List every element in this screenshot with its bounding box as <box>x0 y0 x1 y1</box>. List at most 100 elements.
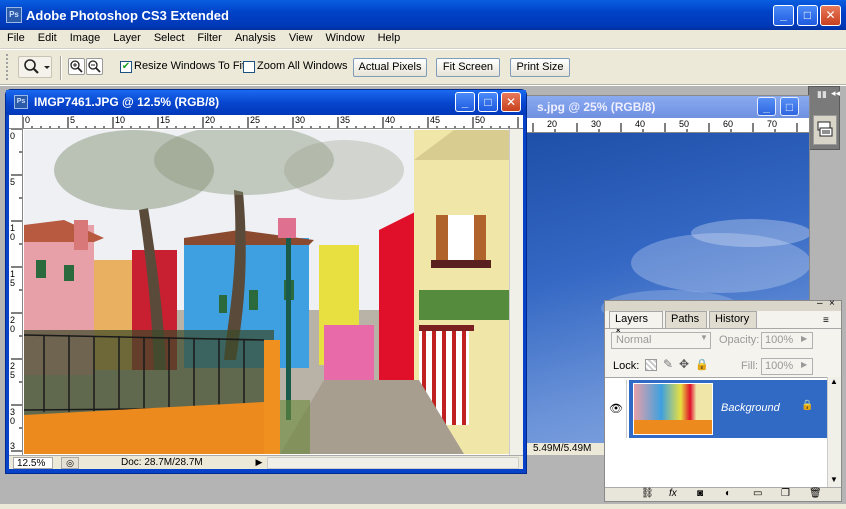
layer-thumbnail <box>633 383 713 435</box>
zoom-all-checkbox[interactable] <box>243 61 255 73</box>
ruler-label: 25 <box>250 115 261 125</box>
menu-file[interactable]: File <box>0 30 31 44</box>
ruler-label: 0 <box>25 115 31 125</box>
menu-image[interactable]: Image <box>63 30 107 44</box>
ruler-label: 30 <box>591 119 602 129</box>
ruler-label: 20 <box>547 119 558 129</box>
options-grip[interactable] <box>6 54 10 80</box>
zoom-out-icon <box>88 60 101 73</box>
menu-analysis[interactable]: Analysis <box>228 30 282 44</box>
lock-move-icon[interactable]: ✥ <box>679 357 689 371</box>
layer-style-icon[interactable]: fx <box>669 488 677 499</box>
panel-close-icon[interactable]: × <box>829 298 835 309</box>
doc1-minimize-button[interactable]: _ <box>455 92 475 112</box>
ruler-label: 50 <box>679 119 690 129</box>
street-photo <box>24 130 509 454</box>
scroll-down-icon[interactable]: ▼ <box>830 475 838 484</box>
opacity-label: Opacity: <box>719 334 760 346</box>
doc1-statusbar: 12.5% ◎ Doc: 28.7M/28.7M ▶ <box>9 455 523 469</box>
ruler-origin[interactable] <box>9 115 23 129</box>
menu-view[interactable]: View <box>282 30 319 44</box>
minimize-button[interactable]: _ <box>773 5 794 26</box>
lock-label: Lock: <box>613 360 640 372</box>
layer-mask-icon[interactable]: ◙ <box>697 488 703 499</box>
ruler-label: 35 <box>340 115 351 125</box>
link-layers-icon[interactable]: ⛓ <box>641 488 654 499</box>
doc1-titlebar[interactable]: Ps IMGP7461.JPG @ 12.5% (RGB/8) _ □ ✕ <box>6 90 526 115</box>
zoom-tool-preset[interactable] <box>18 56 52 78</box>
separator <box>60 56 62 80</box>
new-group-icon[interactable]: ▭ <box>753 488 762 499</box>
dock-grip-icon[interactable]: ▮▮ <box>817 89 827 99</box>
ruler-label: 3 0 <box>10 407 16 426</box>
menu-window[interactable]: Window <box>318 30 370 44</box>
lock-transparent-icon[interactable] <box>645 359 657 371</box>
dock-collapse-icon[interactable]: ◂◂ <box>831 88 840 99</box>
lock-paint-icon[interactable]: ✎ <box>663 357 673 371</box>
layer-row-background[interactable]: Background 🔒 <box>629 380 827 438</box>
layer-lock-icon: 🔒 <box>801 400 814 411</box>
layers-scrollbar[interactable]: ▲ ▼ <box>827 377 841 487</box>
zoom-in-icon <box>70 60 83 73</box>
print-size-button[interactable]: Print Size <box>510 58 570 77</box>
status-info-icon[interactable]: ◎ <box>61 457 79 469</box>
new-layer-icon[interactable]: ❐ <box>781 488 790 499</box>
menu-edit[interactable]: Edit <box>31 30 63 44</box>
lock-all-icon[interactable]: 🔒 <box>695 358 709 371</box>
app-title: Adobe Photoshop CS3 Extended <box>26 8 229 23</box>
ruler-label: 1 5 <box>10 269 16 288</box>
resize-windows-label: Resize Windows To Fit <box>134 60 246 72</box>
ruler-label: 5 <box>70 115 76 125</box>
zoom-out-button[interactable] <box>86 58 103 75</box>
adjustment-layer-icon[interactable]: ◐ <box>725 488 731 499</box>
document-window-1[interactable]: Ps IMGP7461.JPG @ 12.5% (RGB/8) _ □ ✕ 0 … <box>5 89 527 474</box>
ruler-label: 2 5 <box>10 361 16 380</box>
trash-icon[interactable]: 🗑 <box>809 488 822 499</box>
menu-filter[interactable]: Filter <box>190 30 227 44</box>
scroll-up-icon[interactable]: ▲ <box>830 377 838 386</box>
zoom-level-field[interactable]: 12.5% <box>13 457 53 469</box>
main-titlebar: Ps Adobe Photoshop CS3 Extended _ □ ✕ <box>0 0 846 30</box>
menu-select[interactable]: Select <box>147 30 191 44</box>
fill-label: Fill: <box>741 360 759 372</box>
doc2-maximize-button[interactable]: □ <box>780 97 799 116</box>
status-menu-arrow-icon[interactable]: ▶ <box>253 457 265 469</box>
chevron-down-icon: ▼ <box>700 333 708 342</box>
doc1-close-button[interactable]: ✕ <box>501 92 521 112</box>
tab-paths[interactable]: Paths <box>665 311 707 328</box>
maximize-button[interactable]: □ <box>797 5 818 26</box>
photoshop-app-icon: Ps <box>6 7 22 23</box>
resize-windows-checkbox[interactable]: ✔ <box>120 61 132 73</box>
actual-pixels-button[interactable]: Actual Pixels <box>353 58 427 77</box>
zoom-all-label: Zoom All Windows <box>257 60 348 72</box>
doc1-horizontal-scrollbar[interactable] <box>267 457 519 469</box>
panel-minimize-icon[interactable]: – <box>817 298 823 309</box>
ruler-label: 20 <box>205 115 216 125</box>
ruler-label: 3 <box>10 441 16 451</box>
doc1-top-ruler: 0 5 10 15 20 25 30 35 40 45 50 <box>23 115 523 129</box>
panel-menu-icon[interactable]: ≡ <box>823 315 829 326</box>
doc1-maximize-button[interactable]: □ <box>478 92 498 112</box>
menu-layer[interactable]: Layer <box>106 30 147 44</box>
fit-screen-button[interactable]: Fit Screen <box>436 58 500 77</box>
doc1-content: 0 5 10 15 20 25 30 35 40 45 50 0 5 1 0 1… <box>9 115 523 469</box>
layer-name[interactable]: Background <box>721 402 780 414</box>
dock-tool-presets-button[interactable] <box>813 115 837 145</box>
tab-history[interactable]: History <box>709 311 757 328</box>
menu-bar: File Edit Image Layer Select Filter Analysis Vi… <box>0 30 846 49</box>
doc2-minimize-button[interactable]: _ <box>757 97 776 116</box>
ruler-label: 10 <box>115 115 126 125</box>
opacity-arrow-icon[interactable]: ▶ <box>801 334 807 343</box>
ruler-label: 60 <box>723 119 734 129</box>
tab-layers[interactable]: Layers × <box>609 311 663 337</box>
close-button[interactable]: ✕ <box>820 5 841 26</box>
layer-visibility-toggle[interactable]: 👁 <box>605 380 627 438</box>
magnifier-icon <box>24 59 50 74</box>
doc2-titlebar[interactable]: s.jpg @ 25% (RGB/8) _ □ <box>521 96 809 118</box>
doc1-canvas-photo[interactable] <box>24 130 509 454</box>
zoom-in-button[interactable] <box>68 58 85 75</box>
fill-arrow-icon[interactable]: ▶ <box>801 360 807 369</box>
blend-mode-select[interactable]: Normal ▼ <box>611 332 711 349</box>
menu-help[interactable]: Help <box>371 30 407 44</box>
doc1-vertical-scrollbar[interactable] <box>509 129 523 455</box>
